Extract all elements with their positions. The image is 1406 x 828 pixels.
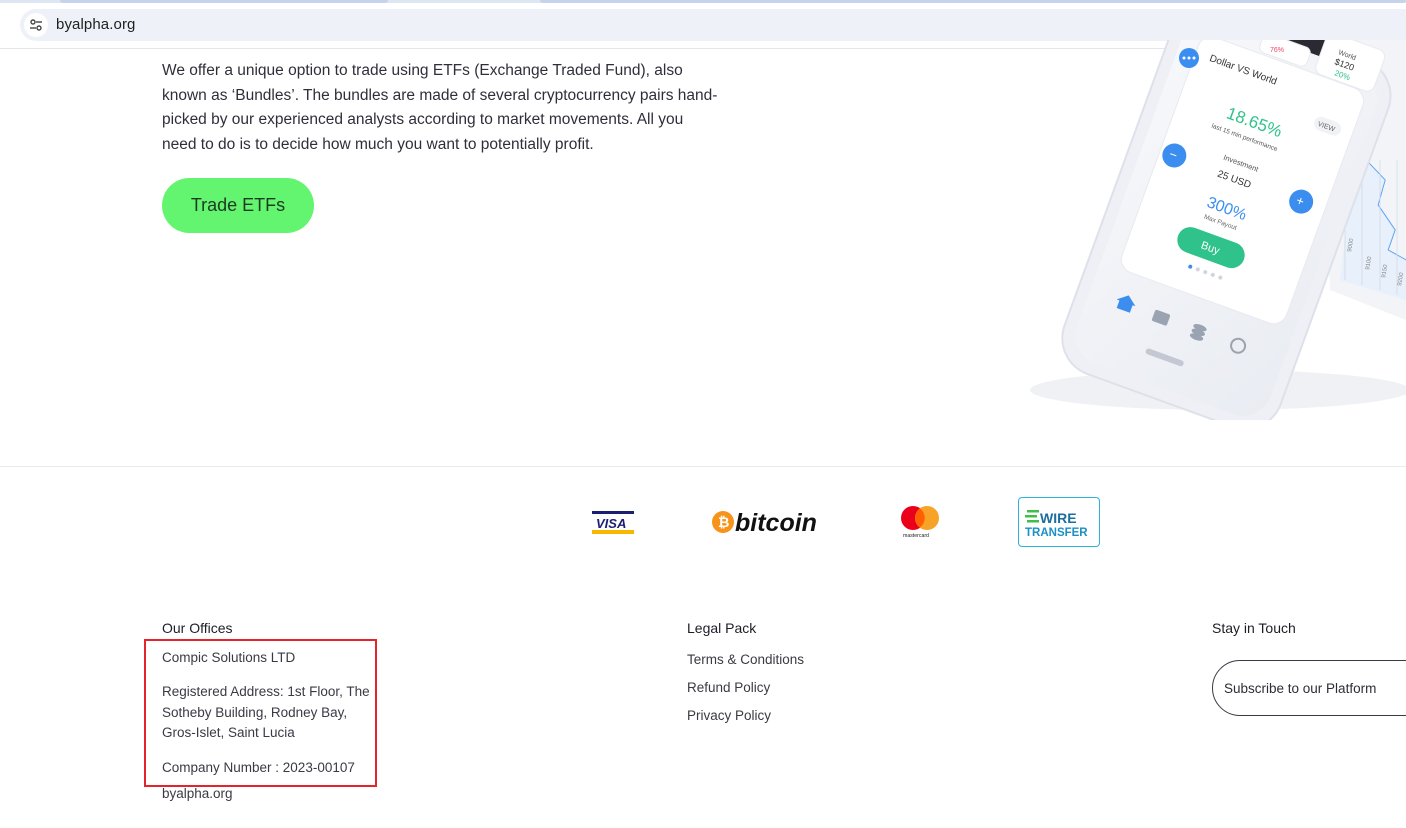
wire-text: WIRE	[1040, 510, 1077, 526]
visa-logo: VISA	[592, 508, 634, 536]
bitcoin-b-icon: ₿	[718, 514, 729, 530]
etf-description: We offer a unique option to trade using …	[162, 62, 718, 153]
offices-heading: Our Offices	[162, 620, 233, 636]
transfer-text: TRANSFER	[1025, 527, 1088, 539]
legal-heading: Legal Pack	[687, 620, 757, 636]
terms-link[interactable]: Terms & Conditions	[687, 652, 804, 667]
footer-domain: byalpha.org	[162, 786, 233, 801]
bitcoin-text: bitcoin	[735, 509, 817, 537]
browser-tab[interactable]	[60, 0, 388, 3]
refund-policy-link[interactable]: Refund Policy	[687, 680, 770, 695]
bitcoin-logo: ₿ bitcoin	[710, 504, 824, 540]
stay-in-touch-heading: Stay in Touch	[1212, 620, 1296, 636]
visa-text: VISA	[596, 516, 626, 531]
subscribe-input[interactable]	[1212, 660, 1406, 716]
mastercard-logo: mastercard	[898, 504, 942, 540]
mastercard-text: mastercard	[903, 533, 929, 539]
tab-strip	[0, 0, 1406, 3]
site-info-icon[interactable]	[24, 13, 48, 37]
browser-tab[interactable]	[540, 0, 1406, 3]
privacy-policy-link[interactable]: Privacy Policy	[687, 708, 771, 723]
top-center-pct: 76%	[1270, 47, 1284, 54]
address-bar[interactable]: byalpha.org	[20, 9, 1406, 41]
wire-transfer-logo: WIRE TRANSFER	[1018, 497, 1100, 547]
phone-illustration: 9000 9100 9150 9200 Dollar VS World VIEW…	[990, 40, 1406, 420]
section-divider	[0, 466, 1406, 467]
highlight-annotation-box	[144, 639, 377, 787]
url-text[interactable]: byalpha.org	[56, 16, 136, 33]
trade-etfs-button[interactable]: Trade ETFs	[162, 178, 314, 233]
